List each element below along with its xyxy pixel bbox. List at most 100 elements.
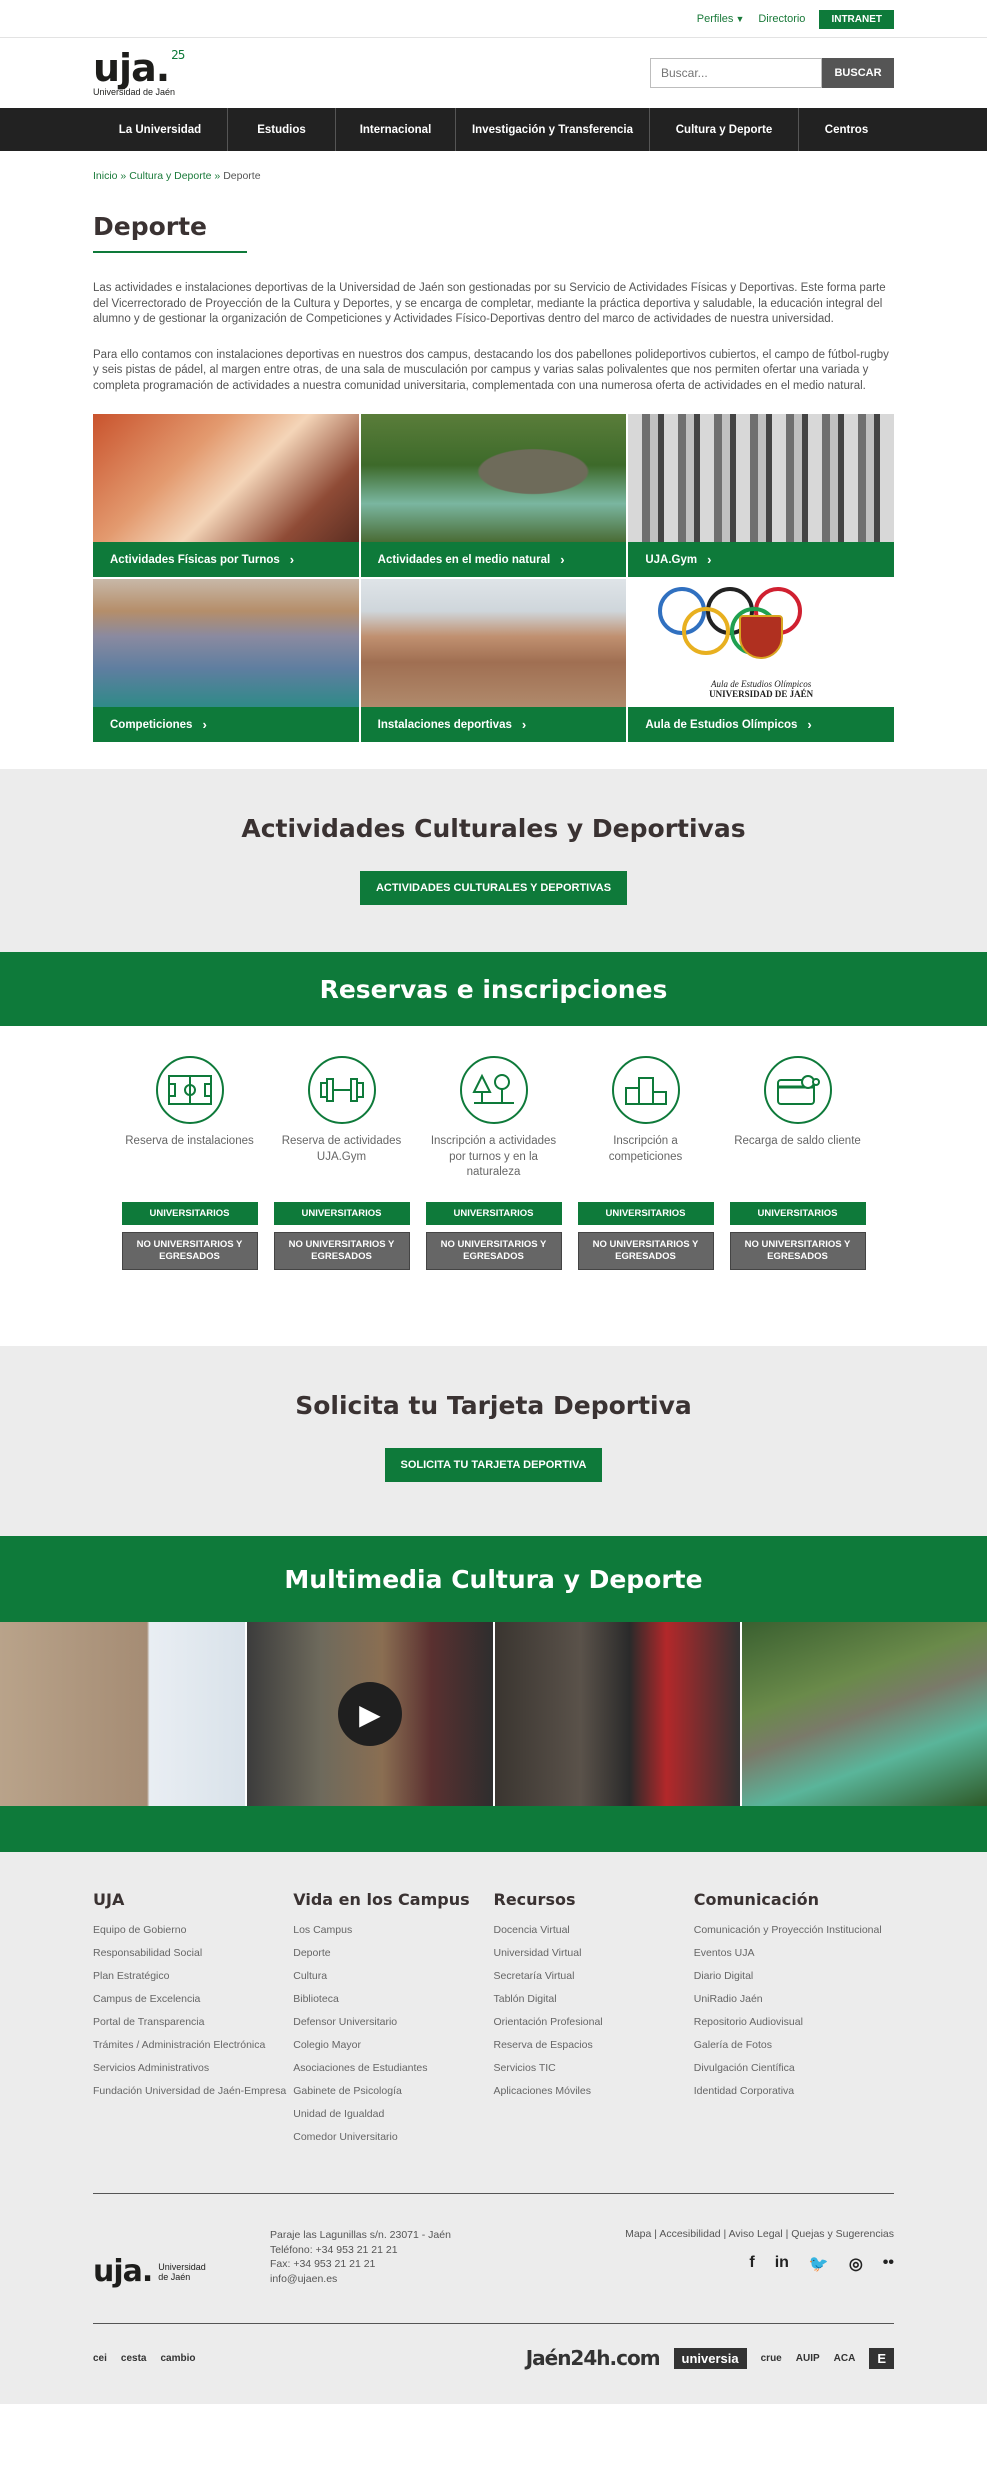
card-actividades-turnos[interactable]: Actividades Físicas por Turnos ›	[93, 414, 359, 577]
no-universitarios-button[interactable]: NO UNIVERSITARIOS Y EGRESADOS	[425, 1232, 562, 1270]
directorio-link[interactable]: Directorio	[758, 13, 805, 25]
footer-uja-logo[interactable]: uja. Universidad de Jaén	[93, 2228, 270, 2289]
footer-link[interactable]: Aplicaciones Móviles	[494, 2084, 694, 2099]
footer-link[interactable]: Diario Digital	[694, 1969, 894, 1984]
search-input[interactable]	[650, 58, 822, 88]
auip-logo[interactable]: AUIP	[796, 2353, 820, 2364]
footer-link[interactable]: Campus de Excelencia	[93, 1992, 293, 2007]
footer-link[interactable]: Eventos UJA	[694, 1946, 894, 1961]
footer-link[interactable]: Portal de Transparencia	[93, 2015, 293, 2030]
main-nav: La Universidad Estudios Internacional In…	[0, 108, 987, 151]
footer-link[interactable]: Servicios TIC	[494, 2061, 694, 2076]
no-universitarios-button[interactable]: NO UNIVERSITARIOS Y EGRESADOS	[121, 1232, 258, 1270]
nav-item-internacional[interactable]: Internacional	[336, 108, 456, 151]
footer-link[interactable]: Repositorio Audiovisual	[694, 2015, 894, 2030]
nav-item-centros[interactable]: Centros	[799, 108, 894, 151]
footer-link[interactable]: Orientación Profesional	[494, 2015, 694, 2030]
play-icon[interactable]: ▶	[337, 1682, 402, 1746]
cambio-logo[interactable]: cambio	[160, 2353, 195, 2364]
nav-item-cultura-deporte[interactable]: Cultura y Deporte	[650, 108, 799, 151]
no-universitarios-button[interactable]: NO UNIVERSITARIOS Y EGRESADOS	[729, 1232, 866, 1270]
footer-link[interactable]: Fundación Universidad de Jaén-Empresa	[93, 2084, 293, 2099]
legal-links[interactable]: Mapa | Accesibilidad | Aviso Legal | Que…	[570, 2228, 894, 2240]
footer-link[interactable]: Los Campus	[293, 1923, 493, 1938]
card-uja-gym[interactable]: UJA.Gym ›	[628, 414, 894, 577]
footer-link[interactable]: Universidad Virtual	[494, 1946, 694, 1961]
breadcrumb-section[interactable]: Cultura y Deporte	[129, 170, 211, 182]
footer-link[interactable]: Servicios Administrativos	[93, 2061, 293, 2076]
footer-link[interactable]: Secretaría Virtual	[494, 1969, 694, 1984]
footer-link[interactable]: Deporte	[293, 1946, 493, 1961]
recarga-saldo: Recarga de saldo cliente UNIVERSITARIOS …	[729, 1056, 866, 1270]
footer-link[interactable]: Reserva de Espacios	[494, 2038, 694, 2053]
footer-link[interactable]: UniRadio Jaén	[694, 1992, 894, 2007]
cei-logo[interactable]: cei	[93, 2353, 107, 2364]
universitarios-button[interactable]: UNIVERSITARIOS	[577, 1202, 714, 1225]
nav-item-universidad[interactable]: La Universidad	[93, 108, 228, 151]
universitarios-button[interactable]: UNIVERSITARIOS	[273, 1202, 410, 1225]
media-gallery: ▶	[0, 1622, 987, 1806]
footer-link[interactable]: Cultura	[293, 1969, 493, 1984]
footer-link[interactable]: Responsabilidad Social	[93, 1946, 293, 1961]
media-thumbnail[interactable]	[0, 1622, 246, 1806]
media-thumbnail[interactable]	[741, 1622, 987, 1806]
instagram-icon[interactable]: ◎	[849, 2254, 863, 2274]
footer-link[interactable]: Galería de Fotos	[694, 2038, 894, 2053]
facebook-icon[interactable]: f	[749, 2254, 754, 2274]
footer-link[interactable]: Biblioteca	[293, 1992, 493, 2007]
universitarios-button[interactable]: UNIVERSITARIOS	[729, 1202, 866, 1225]
linkedin-icon[interactable]: in	[775, 2254, 789, 2274]
footer-link[interactable]: Divulgación Científica	[694, 2061, 894, 2076]
footer-link[interactable]: Identidad Corporativa	[694, 2084, 894, 2099]
footer-link[interactable]: Comedor Universitario	[293, 2130, 493, 2145]
perfiles-link[interactable]: Perfiles ▼	[697, 13, 745, 25]
footer-link[interactable]: Equipo de Gobierno	[93, 1923, 293, 1938]
footer-column-comunicacion: Comunicación Comunicación y Proyección I…	[694, 1890, 894, 2153]
footer-link[interactable]: Tablón Digital	[494, 1992, 694, 2007]
uja-logo[interactable]: uja. 25 Universidad de Jaén	[93, 49, 185, 97]
no-universitarios-button[interactable]: NO UNIVERSITARIOS Y EGRESADOS	[273, 1232, 410, 1270]
footer-link[interactable]: Trámites / Administración Electrónica	[93, 2038, 293, 2053]
footer-link[interactable]: Asociaciones de Estudiantes	[293, 2061, 493, 2076]
crue-logo[interactable]: crue	[761, 2353, 782, 2364]
nav-item-estudios[interactable]: Estudios	[228, 108, 336, 151]
footer-link[interactable]: Docencia Virtual	[494, 1923, 694, 1938]
card-instalaciones[interactable]: Instalaciones deportivas ›	[360, 579, 627, 742]
card-image	[628, 414, 894, 542]
cesta-logo[interactable]: cesta	[121, 2353, 147, 2364]
chevron-right-icon: ›	[560, 552, 565, 567]
card-competiciones[interactable]: Competiciones ›	[93, 579, 359, 742]
universitarios-button[interactable]: UNIVERSITARIOS	[425, 1202, 562, 1225]
footer-link[interactable]: Defensor Universitario	[293, 2015, 493, 2030]
media-thumbnail[interactable]	[494, 1622, 740, 1806]
flickr-icon[interactable]: ••	[883, 2254, 894, 2274]
search-button[interactable]: BUSCAR	[822, 58, 894, 88]
intro-paragraph-2: Para ello contamos con instalaciones dep…	[93, 348, 889, 392]
tarjeta-button[interactable]: SOLICITA TU TARJETA DEPORTIVA	[384, 1448, 603, 1482]
card-medio-natural[interactable]: Actividades en el medio natural ›	[360, 414, 627, 577]
dumbbell-icon	[307, 1056, 376, 1124]
card-estudios-olimpicos[interactable]: Aula de Estudios Olímpicos UNIVERSIDAD D…	[628, 579, 894, 742]
aca-logo[interactable]: ACA	[834, 2353, 856, 2364]
footer-link[interactable]: Gabinete de Psicología	[293, 2084, 493, 2099]
universia-logo[interactable]: universia	[673, 2347, 747, 2369]
no-universitarios-button[interactable]: NO UNIVERSITARIOS Y EGRESADOS	[577, 1232, 714, 1270]
breadcrumb-home[interactable]: Inicio	[93, 170, 118, 182]
media-thumbnail[interactable]: ▶	[247, 1622, 493, 1806]
reservas-header: Reservas e inscripciones	[0, 952, 987, 1026]
culturales-button[interactable]: ACTIVIDADES CULTURALES Y DEPORTIVAS	[359, 871, 628, 905]
footer-link[interactable]: Comunicación y Proyección Institucional	[694, 1923, 894, 1938]
e-logo[interactable]: E	[869, 2347, 894, 2369]
nav-item-investigacion[interactable]: Investigación y Transferencia	[456, 108, 650, 151]
intranet-button[interactable]: INTRANET	[819, 9, 894, 29]
footer-link[interactable]: Unidad de Igualdad	[293, 2107, 493, 2122]
reserva-label: Reserva de instalaciones	[125, 1135, 254, 1147]
universitarios-button[interactable]: UNIVERSITARIOS	[121, 1202, 258, 1225]
footer-link[interactable]: Plan Estratégico	[93, 1969, 293, 1984]
email-link[interactable]: info@ujaen.es	[270, 2273, 337, 2285]
page-title: Deporte	[93, 212, 208, 241]
jaen24h-logo[interactable]: Jaén24h.com	[526, 2346, 661, 2370]
twitter-icon[interactable]: 🐦	[809, 2254, 829, 2274]
footer-link[interactable]: Colegio Mayor	[293, 2038, 493, 2053]
phone-line: Teléfono: +34 953 21 21 21	[270, 2243, 398, 2256]
